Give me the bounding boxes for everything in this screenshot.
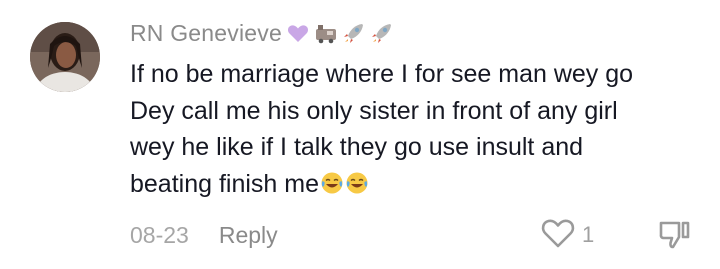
comment-text-line: If no be marriage where I for see man we… [130,60,634,88]
comment-text: If no be marriage where I for see man we… [130,56,690,202]
rocket-icon [370,21,394,45]
thumbs-down-icon [656,221,692,257]
rocket-icon [342,21,366,45]
dislike-button[interactable] [656,217,692,253]
like-button[interactable]: 1 [540,217,594,253]
heart-outline-icon [540,216,576,255]
face-with-tears-of-joy-icon [320,169,344,194]
face-with-tears-of-joy-icon [345,169,369,194]
purple-heart-icon [286,21,310,45]
like-count: 1 [582,222,595,247]
comment-item: RN Genevieve If no be marriage where I f… [0,0,720,269]
comment-meta: 08-23 Reply [130,218,278,252]
avatar[interactable] [30,22,100,92]
train-icon [314,21,338,45]
comment-text-line: Dey call me his only sister in front of … [130,96,618,125]
timestamp: 08-23 [130,221,189,248]
comment-text-last-line: beating finish me [130,166,690,203]
username-row: RN Genevieve [130,17,394,49]
reply-button[interactable]: Reply [219,222,278,249]
username[interactable]: RN Genevieve [130,20,282,47]
comment-text-line: wey he like if I talk they go use insult… [130,133,584,162]
comment-text-line: beating finish me [130,169,320,198]
